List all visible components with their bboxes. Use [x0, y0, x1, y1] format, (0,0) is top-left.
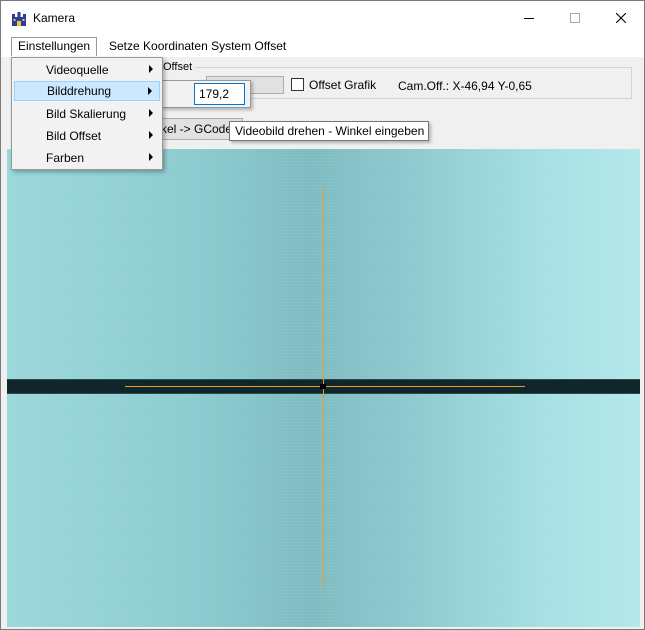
maximize-button[interactable]	[552, 1, 598, 35]
submenu-arrow-icon	[149, 109, 153, 117]
offset-group-title: Offset	[161, 61, 195, 73]
menu-bar: Einstellungen Setze Koordinaten System O…	[1, 35, 644, 57]
menu-item-videoquelle[interactable]: Videoquelle	[14, 60, 160, 80]
menu-item-label: Bild Offset	[46, 129, 102, 143]
einstellungen-dropdown: Videoquelle Bilddrehung Bild Skalierung …	[11, 57, 163, 170]
window-title: Kamera	[33, 11, 76, 25]
camera-video-view[interactable]	[7, 149, 640, 627]
menu-item-bild-skalierung[interactable]: Bild Skalierung	[14, 104, 160, 124]
menu-item-label: Bilddrehung	[47, 84, 112, 98]
menu-item-bilddrehung[interactable]: Bilddrehung	[14, 81, 160, 101]
crosshair-center	[320, 384, 326, 389]
offset-graphic-label[interactable]: Offset Grafik	[309, 78, 376, 92]
close-icon	[616, 13, 626, 23]
submenu-arrow-icon	[149, 131, 153, 139]
maximize-icon	[570, 13, 580, 23]
minimize-icon	[524, 18, 534, 19]
app-castle-icon	[12, 12, 26, 26]
rotation-tooltip: Videobild drehen - Winkel eingeben	[229, 121, 429, 141]
rotation-angle-input[interactable]	[194, 83, 245, 105]
title-bar[interactable]: Kamera	[1, 1, 644, 35]
menu-item-bild-offset[interactable]: Bild Offset	[14, 126, 160, 146]
submenu-arrow-icon	[148, 87, 152, 95]
menu-einstellungen[interactable]: Einstellungen	[11, 37, 98, 56]
submenu-arrow-icon	[149, 65, 153, 73]
menu-setze-koordinaten[interactable]: Setze Koordinaten System Offset	[102, 37, 293, 56]
minimize-button[interactable]	[506, 1, 552, 35]
close-button[interactable]	[598, 1, 644, 35]
camera-window: Kamera Einstellungen Setze Koordinaten S…	[0, 0, 645, 630]
offset-graphic-checkbox[interactable]	[291, 78, 304, 91]
menu-item-label: Farben	[46, 151, 85, 165]
menu-item-label: Videoquelle	[46, 63, 109, 77]
menu-item-farben[interactable]: Farben	[14, 148, 160, 168]
menu-item-label: Bild Skalierung	[46, 107, 127, 121]
cam-offset-readout: Cam.Off.: X-46,94 Y-0,65	[398, 79, 532, 93]
submenu-arrow-icon	[149, 153, 153, 161]
